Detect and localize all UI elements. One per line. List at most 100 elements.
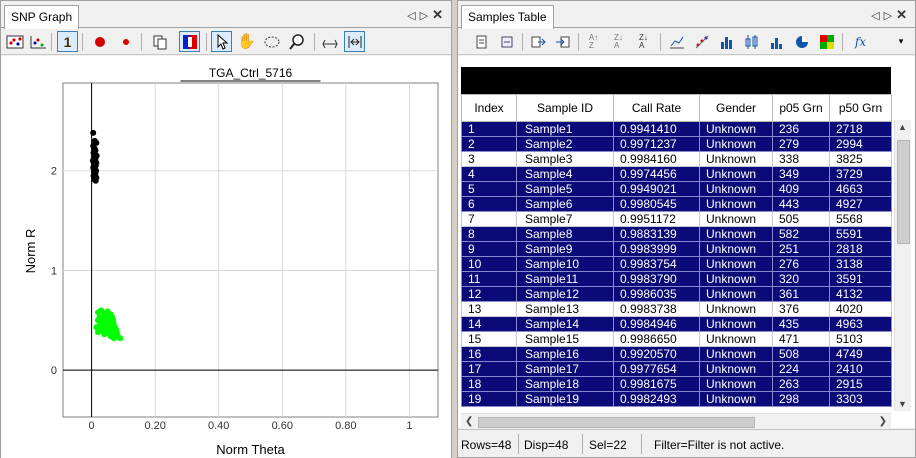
green-cluster-point[interactable]: [110, 317, 117, 324]
cell-index[interactable]: 17: [461, 361, 517, 377]
cell-sample-id[interactable]: Sample10: [516, 256, 614, 272]
cell-index[interactable]: 1: [461, 121, 517, 137]
horizontal-scrollbar[interactable]: ❮ ❯: [461, 413, 891, 430]
close-icon[interactable]: ✕: [896, 7, 911, 23]
cell-call-rate[interactable]: 0.9982493: [613, 391, 700, 407]
cell-p05-grn[interactable]: 349: [772, 166, 830, 182]
cell-call-rate[interactable]: 0.9980545: [613, 196, 700, 212]
cell-call-rate[interactable]: 0.9983790: [613, 271, 700, 287]
color-icon[interactable]: [179, 31, 200, 52]
cell-gender[interactable]: Unknown: [699, 331, 773, 347]
tab-scroll-right-icon[interactable]: ▷: [884, 9, 896, 22]
table-row[interactable]: 13 Sample13 0.9983738 Unknown 376 4020: [461, 301, 892, 317]
cell-sample-id[interactable]: Sample15: [516, 331, 614, 347]
cell-p50-grn[interactable]: 4963: [829, 316, 892, 332]
table-row[interactable]: 16 Sample16 0.9920570 Unknown 508 4749: [461, 346, 892, 362]
snp-graph-plot-area[interactable]: TGA_Ctrl_5716 0 0.20 0.40 0.60 0.80 1 0 1 2 Norm T…: [1, 56, 451, 458]
copy-icon[interactable]: [149, 31, 170, 52]
table-row[interactable]: 18 Sample18 0.9981675 Unknown 263 2915: [461, 376, 892, 392]
cell-p50-grn[interactable]: 3825: [829, 151, 892, 167]
tab-scroll-right-icon[interactable]: ▷: [420, 9, 432, 22]
scroll-up-icon[interactable]: ▲: [898, 122, 907, 132]
cell-sample-id[interactable]: Sample12: [516, 286, 614, 302]
cell-call-rate[interactable]: 0.9986650: [613, 331, 700, 347]
cell-sample-id[interactable]: Sample3: [516, 151, 614, 167]
cell-sample-id[interactable]: Sample8: [516, 226, 614, 242]
cell-p50-grn[interactable]: 5568: [829, 211, 892, 227]
cell-gender[interactable]: Unknown: [699, 196, 773, 212]
table-row[interactable]: 8 Sample8 0.9883139 Unknown 582 5591: [461, 226, 892, 242]
bar-chart-icon[interactable]: [766, 31, 787, 52]
cell-p50-grn[interactable]: 3729: [829, 166, 892, 182]
cell-sample-id[interactable]: Sample14: [516, 316, 614, 332]
formula-icon[interactable]: fx: [850, 31, 871, 52]
hand-icon[interactable]: ✋: [236, 31, 257, 52]
cell-gender[interactable]: Unknown: [699, 316, 773, 332]
cell-gender[interactable]: Unknown: [699, 136, 773, 152]
table-row[interactable]: 19 Sample19 0.9982493 Unknown 298 3303: [461, 391, 892, 407]
table-row[interactable]: 11 Sample11 0.9983790 Unknown 320 3591: [461, 271, 892, 287]
table-row[interactable]: 5 Sample5 0.9949021 Unknown 409 4663: [461, 181, 892, 197]
cell-call-rate[interactable]: 0.9983738: [613, 301, 700, 317]
boxplot-icon[interactable]: [741, 31, 762, 52]
red-dot-large-icon[interactable]: [89, 31, 110, 52]
cell-p05-grn[interactable]: 508: [772, 346, 830, 362]
cell-index[interactable]: 7: [461, 211, 517, 227]
green-cluster-point[interactable]: [110, 335, 117, 342]
cell-gender[interactable]: Unknown: [699, 346, 773, 362]
cell-gender[interactable]: Unknown: [699, 271, 773, 287]
cell-call-rate[interactable]: 0.9971237: [613, 136, 700, 152]
cell-gender[interactable]: Unknown: [699, 391, 773, 407]
cell-gender[interactable]: Unknown: [699, 226, 773, 242]
green-cluster-point[interactable]: [103, 318, 110, 325]
cell-call-rate[interactable]: 0.9983754: [613, 256, 700, 272]
tab-scroll-left-icon[interactable]: ◁: [407, 9, 419, 22]
cell-sample-id[interactable]: Sample6: [516, 196, 614, 212]
green-cluster-point[interactable]: [97, 320, 104, 327]
cell-p50-grn[interactable]: 3591: [829, 271, 892, 287]
cell-p05-grn[interactable]: 236: [772, 121, 830, 137]
line-chart-icon[interactable]: [666, 31, 687, 52]
cell-index[interactable]: 11: [461, 271, 517, 287]
cell-p05-grn[interactable]: 320: [772, 271, 830, 287]
cell-gender[interactable]: Unknown: [699, 361, 773, 377]
cell-p50-grn[interactable]: 3138: [829, 256, 892, 272]
cell-index[interactable]: 15: [461, 331, 517, 347]
cell-p50-grn[interactable]: 2994: [829, 136, 892, 152]
cell-call-rate[interactable]: 0.9883139: [613, 226, 700, 242]
cell-sample-id[interactable]: Sample19: [516, 391, 614, 407]
cell-p05-grn[interactable]: 224: [772, 361, 830, 377]
cell-sample-id[interactable]: Sample2: [516, 136, 614, 152]
cell-p50-grn[interactable]: 4020: [829, 301, 892, 317]
cell-p50-grn[interactable]: 4132: [829, 286, 892, 302]
column-header-p05-grn[interactable]: p05 Grn: [772, 94, 830, 122]
cell-p50-grn[interactable]: 5591: [829, 226, 892, 242]
cell-p05-grn[interactable]: 263: [772, 376, 830, 392]
cell-p05-grn[interactable]: 582: [772, 226, 830, 242]
cell-call-rate[interactable]: 0.9986035: [613, 286, 700, 302]
cell-p05-grn[interactable]: 338: [772, 151, 830, 167]
tab-samples-table[interactable]: Samples Table: [461, 5, 554, 29]
cell-sample-id[interactable]: Sample1: [516, 121, 614, 137]
cell-call-rate[interactable]: 0.9974456: [613, 166, 700, 182]
histogram-icon[interactable]: [716, 31, 737, 52]
cell-p50-grn[interactable]: 4663: [829, 181, 892, 197]
cell-p05-grn[interactable]: 361: [772, 286, 830, 302]
column-header-call-rate[interactable]: Call Rate: [613, 94, 700, 122]
column-header-index[interactable]: Index: [461, 94, 517, 122]
cell-call-rate[interactable]: 0.9949021: [613, 181, 700, 197]
cell-call-rate[interactable]: 0.9941410: [613, 121, 700, 137]
scroll-down-icon[interactable]: ▼: [898, 399, 907, 409]
column-header-sample-id[interactable]: Sample ID: [516, 94, 614, 122]
cell-p05-grn[interactable]: 298: [772, 391, 830, 407]
cell-index[interactable]: 18: [461, 376, 517, 392]
table-row[interactable]: 6 Sample6 0.9980545 Unknown 443 4927: [461, 196, 892, 212]
cell-p50-grn[interactable]: 3303: [829, 391, 892, 407]
cell-index[interactable]: 10: [461, 256, 517, 272]
cell-p05-grn[interactable]: 251: [772, 241, 830, 257]
one-icon[interactable]: 1: [57, 31, 78, 52]
tab-snp-graph[interactable]: SNP Graph: [4, 5, 80, 29]
cell-gender[interactable]: Unknown: [699, 181, 773, 197]
cell-gender[interactable]: Unknown: [699, 166, 773, 182]
zoom-icon[interactable]: [286, 31, 307, 52]
